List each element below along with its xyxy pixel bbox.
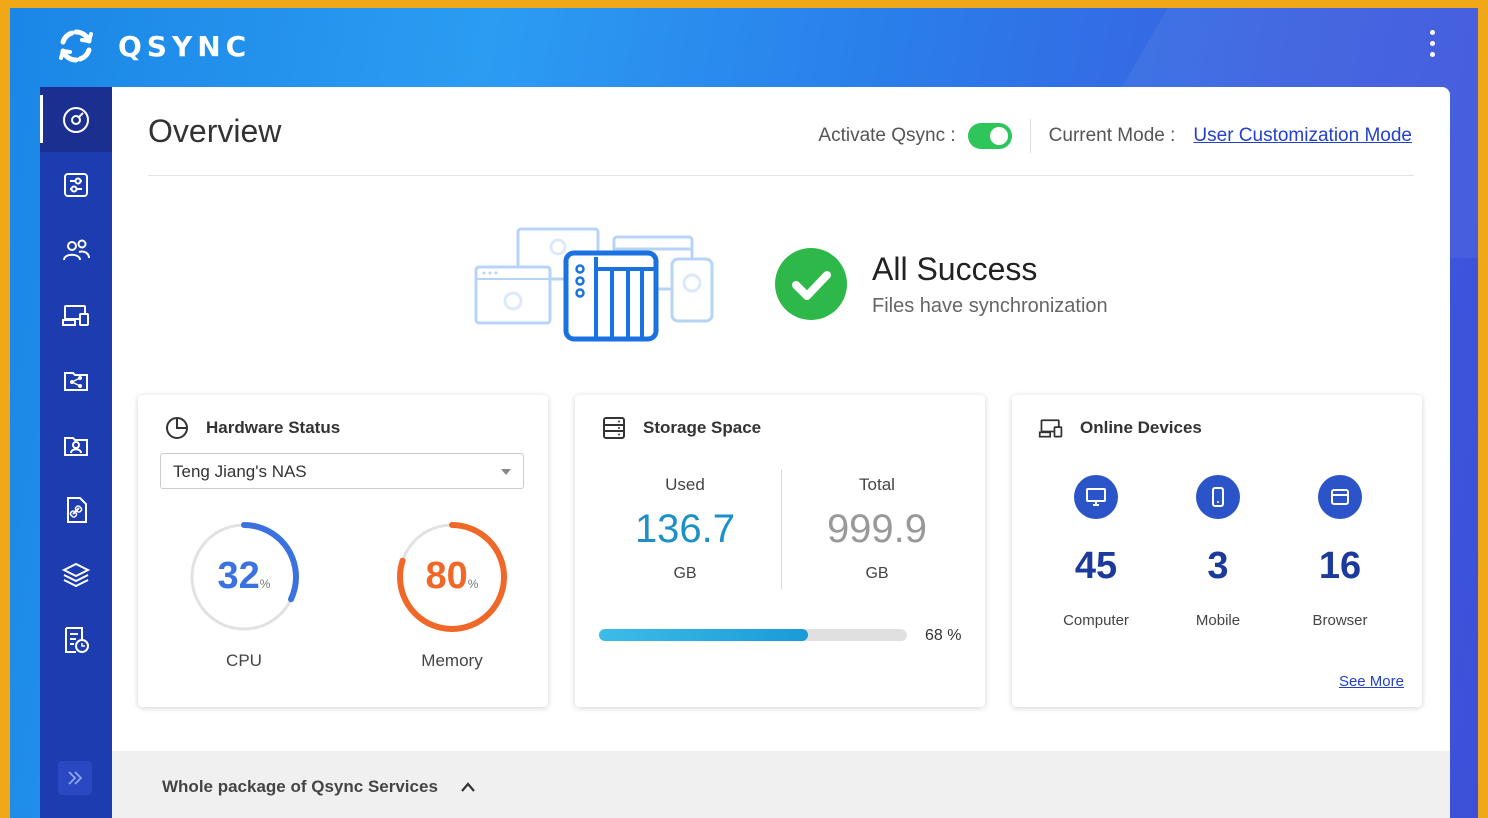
- sidebar-item-shared-links[interactable]: [40, 477, 112, 542]
- main-panel: Overview Activate Qsync : Current Mode :…: [112, 87, 1450, 818]
- chevron-up-icon[interactable]: [460, 781, 476, 793]
- double-chevron-right-icon: [68, 771, 83, 785]
- devices-icon: [62, 304, 89, 326]
- memory-percent: 80: [425, 555, 468, 597]
- storage-space-card: Storage Space Used 136.7 GB Total 999.9 …: [575, 395, 985, 707]
- user-folder-icon: [64, 436, 88, 456]
- hardware-status-card: Hardware Status Teng Jiang's NAS 32% CPU…: [138, 395, 548, 707]
- used-label: Used: [665, 475, 705, 494]
- settings-sliders-icon: [64, 172, 88, 197]
- device-mobile: 3 Mobile: [1163, 475, 1273, 629]
- hardware-status-title: Hardware Status: [206, 418, 341, 437]
- computer-label: Computer: [1063, 612, 1129, 629]
- sidebar-item-devices[interactable]: [40, 282, 112, 347]
- sidebar-item-logs[interactable]: [40, 607, 112, 672]
- storage-divider: [781, 469, 782, 589]
- sidebar-expand-button[interactable]: [58, 761, 92, 795]
- pie-chart-icon: [166, 417, 188, 439]
- sidebar-item-shared-folders[interactable]: [40, 347, 112, 412]
- app-window: QSYNC Overview Activate Qsync: Current …: [10, 8, 1478, 818]
- qsync-logo-icon: [59, 29, 93, 63]
- browser-icon[interactable]: [1318, 475, 1362, 519]
- storage-space-title: Storage Space: [643, 418, 762, 437]
- computer-count: 45: [1074, 545, 1118, 587]
- storage-percent: 68 %: [925, 627, 962, 644]
- memory-label: Memory: [421, 651, 483, 670]
- hardware-status-header: Hardware Status: [164, 415, 340, 441]
- top-bar: QSYNC: [10, 8, 1478, 86]
- storage-space-header: Storage Space: [601, 415, 761, 441]
- success-check-icon: [775, 248, 847, 320]
- status-subtitle: Files have synchronization: [872, 295, 1108, 317]
- devices-icon: [1038, 419, 1063, 438]
- sync-devices-illustration: [474, 227, 714, 342]
- more-menu-icon[interactable]: [1426, 30, 1438, 64]
- services-package-bar: Whole package of Qsync Services: [112, 751, 1450, 818]
- storage-progress-bar: [599, 629, 907, 641]
- cpu-percent: 32: [217, 555, 260, 597]
- total-unit: GB: [865, 565, 889, 582]
- activate-qsync-toggle[interactable]: [967, 123, 1012, 149]
- sidebar-item-settings[interactable]: [40, 152, 112, 217]
- storage-icon: [603, 417, 625, 439]
- sidebar-item-overview[interactable]: [40, 87, 112, 152]
- users-icon: [63, 239, 90, 260]
- device-browser: 16 Browser: [1285, 475, 1395, 629]
- device-computer: 45 Computer: [1041, 475, 1151, 629]
- memory-value: 80%: [394, 555, 510, 598]
- cpu-unit: %: [259, 577, 271, 591]
- header-controls: Activate Qsync : Current Mode : User Cus…: [818, 119, 1412, 153]
- sidebar-item-versions[interactable]: [40, 542, 112, 607]
- nas-select[interactable]: Teng Jiang's NAS: [160, 453, 524, 489]
- total-label: Total: [859, 475, 895, 494]
- header-divider: [1029, 119, 1031, 153]
- storage-progress-fill: [599, 629, 809, 641]
- shared-folder-icon: [64, 371, 88, 391]
- online-devices-title: Online Devices: [1080, 418, 1202, 437]
- used-value: 136.7: [634, 507, 736, 551]
- overview-icon: [63, 106, 89, 133]
- monitor-icon[interactable]: [1074, 475, 1118, 519]
- online-devices-header: Online Devices: [1038, 415, 1202, 441]
- chevron-down-icon: [501, 469, 511, 475]
- services-package-label: Whole package of Qsync Services: [162, 777, 438, 796]
- status-title: All Success: [872, 251, 1038, 287]
- nas-select-value: Teng Jiang's NAS: [173, 462, 307, 481]
- sidebar: [40, 87, 112, 818]
- current-mode-link[interactable]: User Customization Mode: [1193, 125, 1412, 147]
- mobile-count: 3: [1207, 545, 1229, 587]
- current-mode-label: Current Mode :: [1048, 125, 1176, 146]
- sidebar-item-user-folders[interactable]: [40, 412, 112, 477]
- link-file-icon: [67, 496, 87, 523]
- total-value: 999.9: [826, 507, 928, 551]
- phone-icon[interactable]: [1196, 475, 1240, 519]
- app-logo-text: QSYNC: [118, 30, 252, 63]
- activate-label: Activate Qsync :: [818, 125, 956, 146]
- browser-label: Browser: [1312, 612, 1368, 629]
- see-more-link[interactable]: See More: [1339, 673, 1404, 690]
- cpu-label: CPU: [226, 651, 262, 670]
- layers-icon: [61, 562, 91, 587]
- page-title: Overview: [148, 113, 282, 149]
- memory-unit: %: [467, 577, 479, 591]
- used-unit: GB: [673, 565, 697, 582]
- sidebar-item-users[interactable]: [40, 217, 112, 282]
- header-divider-line: [148, 175, 1414, 176]
- online-devices-card: Online Devices 45 Computer 3 Mobile 16 B…: [1012, 395, 1422, 707]
- mobile-label: Mobile: [1195, 612, 1241, 629]
- log-icon: [65, 626, 89, 653]
- browser-count: 16: [1318, 545, 1362, 587]
- cpu-value: 32%: [186, 555, 302, 598]
